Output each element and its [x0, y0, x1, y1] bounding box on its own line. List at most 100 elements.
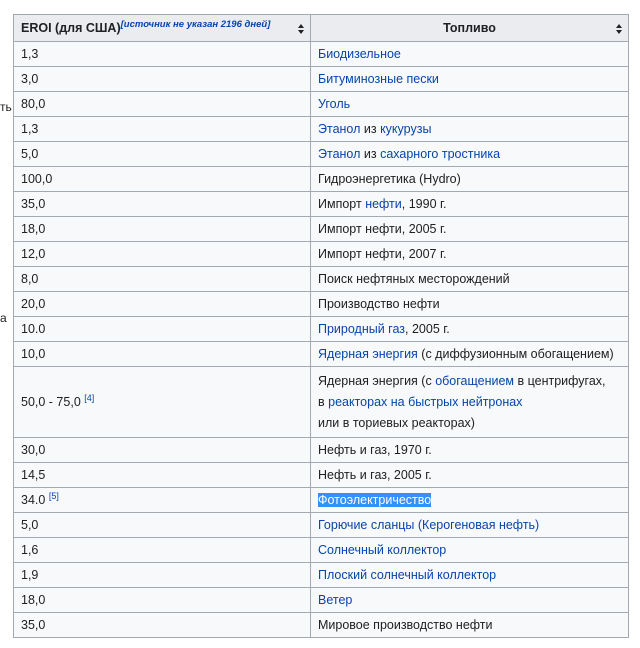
fuel-link[interactable]: сахарного тростника — [380, 147, 500, 161]
table-row: 5,0 Горючие сланцы (Керогеновая нефть) — [13, 512, 629, 538]
eroi-value: 1,9 — [13, 562, 311, 588]
eroi-value: 18,0 — [13, 216, 311, 242]
eroi-value: 8,0 — [13, 266, 311, 292]
eroi-value-cell: 50,0 - 75,0 [4] — [13, 366, 311, 438]
fuel-link-selected[interactable]: Фотоэлектричество — [318, 493, 432, 507]
fuel-link[interactable]: Уголь — [318, 97, 350, 111]
table-row: 20,0 Производство нефти — [13, 291, 629, 317]
eroi-value: 10,0 — [13, 341, 311, 367]
fuel-text: в центрифугах, — [514, 373, 606, 388]
eroi-value: 34.0 — [21, 493, 46, 507]
table-row: 12,0 Импорт нефти, 2007 г. — [13, 241, 629, 267]
fuel-cell: Производство нефти — [310, 291, 629, 317]
fuel-cell: Поиск нефтяных месторождений — [310, 266, 629, 292]
fuel-link[interactable]: реакторах на быстрых нейтронах — [328, 395, 522, 409]
table-row: 3,0 Битуминозные пески — [13, 66, 629, 92]
fuel-link[interactable]: Ядерная энергия — [318, 347, 418, 361]
table-row: 80,0 Уголь — [13, 91, 629, 117]
table-row: 10.0 Природный газ, 2005 г. — [13, 316, 629, 342]
fuel-text: (с диффузионным обогащением) — [417, 347, 614, 361]
fuel-cell: Гидроэнергетика (Hydro) — [310, 166, 629, 192]
eroi-value: 14,5 — [13, 462, 311, 488]
eroi-value: 5,0 — [13, 141, 311, 167]
fuel-link[interactable]: нефти — [365, 197, 402, 211]
fuel-text: из — [360, 147, 381, 161]
fuel-link[interactable]: Этанол — [318, 147, 360, 161]
fuel-cell: Ветер — [310, 587, 629, 613]
fuel-cell: Солнечный коллектор — [310, 537, 629, 563]
fuel-link[interactable]: Битуминозные пески — [318, 72, 439, 86]
fuel-cell: Ядерная энергия (с обогащением в центриф… — [310, 366, 629, 438]
column-header-eroi[interactable]: EROI (для США)[источник не указан 2196 д… — [13, 14, 311, 42]
fuel-text: , 1990 г. — [401, 197, 447, 211]
table-row: 34.0 [5] Фотоэлектричество — [13, 487, 629, 513]
eroi-value: 18,0 — [13, 587, 311, 613]
fuel-cell: Битуминозные пески — [310, 66, 629, 92]
table-row: 1,6 Солнечный коллектор — [13, 537, 629, 563]
eroi-value: 35,0 — [13, 612, 311, 638]
fuel-cell: Природный газ, 2005 г. — [310, 316, 629, 342]
fuel-text: Импорт — [318, 197, 366, 211]
fuel-text: в — [318, 394, 329, 409]
fuel-text: из — [360, 122, 381, 136]
fuel-cell: Этанол из кукурузы — [310, 116, 629, 142]
fuel-link[interactable]: Горючие сланцы (Керогеновая нефть) — [318, 518, 539, 532]
eroi-value: 1,3 — [13, 41, 311, 67]
eroi-value: 1,6 — [13, 537, 311, 563]
table-row: 10,0 Ядерная энергия (с диффузионным обо… — [13, 341, 629, 367]
fuel-cell: Ядерная энергия (с диффузионным обогащен… — [310, 341, 629, 367]
eroi-value: 35,0 — [13, 191, 311, 217]
edge-text-fragment: а — [0, 311, 7, 325]
table-row: 30,0 Нефть и газ, 1970 г. — [13, 437, 629, 463]
eroi-value: 20,0 — [13, 291, 311, 317]
fuel-link[interactable]: Биодизельное — [318, 47, 401, 61]
eroi-value: 100,0 — [13, 166, 311, 192]
reference-link[interactable]: [5] — [49, 491, 59, 501]
fuel-link[interactable]: Плоский солнечный коллектор — [318, 568, 496, 582]
eroi-value: 12,0 — [13, 241, 311, 267]
fuel-link[interactable]: Солнечный коллектор — [318, 543, 446, 557]
table-row: 14,5 Нефть и газ, 2005 г. — [13, 462, 629, 488]
fuel-cell: Импорт нефти, 2005 г. — [310, 216, 629, 242]
table-row: 5,0 Этанол из сахарного тростника — [13, 141, 629, 167]
sort-icon[interactable] — [298, 24, 304, 34]
fuel-cell: Плоский солнечный коллектор — [310, 562, 629, 588]
eroi-value: 10.0 — [13, 316, 311, 342]
reference-link[interactable]: [4] — [84, 393, 94, 403]
fuel-cell: Импорт нефти, 2007 г. — [310, 241, 629, 267]
eroi-value: 80,0 — [13, 91, 311, 117]
eroi-value: 5,0 — [13, 512, 311, 538]
eroi-value: 30,0 — [13, 437, 311, 463]
table-row: 1,3 Этанол из кукурузы — [13, 116, 629, 142]
fuel-link[interactable]: Природный газ — [318, 322, 405, 336]
fuel-line: в реакторах на быстрых нейтронах — [318, 392, 621, 413]
fuel-cell: Фотоэлектричество — [310, 487, 629, 513]
eroi-value: 3,0 — [13, 66, 311, 92]
fuel-line: Ядерная энергия (с обогащением в центриф… — [318, 371, 621, 392]
fuel-cell: Мировое производство нефти — [310, 612, 629, 638]
fuel-link[interactable]: кукурузы — [380, 122, 431, 136]
fuel-cell: Импорт нефти, 1990 г. — [310, 191, 629, 217]
fuel-text: Ядерная энергия (с — [318, 373, 436, 388]
edge-text-fragment: ть — [0, 100, 12, 114]
eroi-value-cell: 34.0 [5] — [13, 487, 311, 513]
fuel-link[interactable]: обогащением — [435, 374, 514, 388]
fuel-cell: Этанол из сахарного тростника — [310, 141, 629, 167]
fuel-cell: Биодизельное — [310, 41, 629, 67]
column-header-label: Топливо — [443, 21, 496, 35]
fuel-cell: Нефть и газ, 1970 г. — [310, 437, 629, 463]
table-row: 35,0 Импорт нефти, 1990 г. — [13, 191, 629, 217]
table-row: 50,0 - 75,0 [4] Ядерная энергия (с обога… — [13, 366, 629, 438]
fuel-link[interactable]: Этанол — [318, 122, 360, 136]
column-header-fuel[interactable]: Топливо — [310, 14, 629, 42]
sort-icon[interactable] — [616, 24, 622, 34]
table-row: 35,0 Мировое производство нефти — [13, 612, 629, 638]
table-row: 100,0 Гидроэнергетика (Hydro) — [13, 166, 629, 192]
table-header-row: EROI (для США)[источник не указан 2196 д… — [13, 14, 629, 42]
fuel-cell: Уголь — [310, 91, 629, 117]
table-row: 18,0 Ветер — [13, 587, 629, 613]
fuel-link[interactable]: Ветер — [318, 593, 352, 607]
citation-needed-note[interactable]: [источник не указан 2196 дней] — [121, 19, 271, 30]
table-row: 8,0 Поиск нефтяных месторождений — [13, 266, 629, 292]
eroi-table: EROI (для США)[источник не указан 2196 д… — [13, 14, 629, 638]
